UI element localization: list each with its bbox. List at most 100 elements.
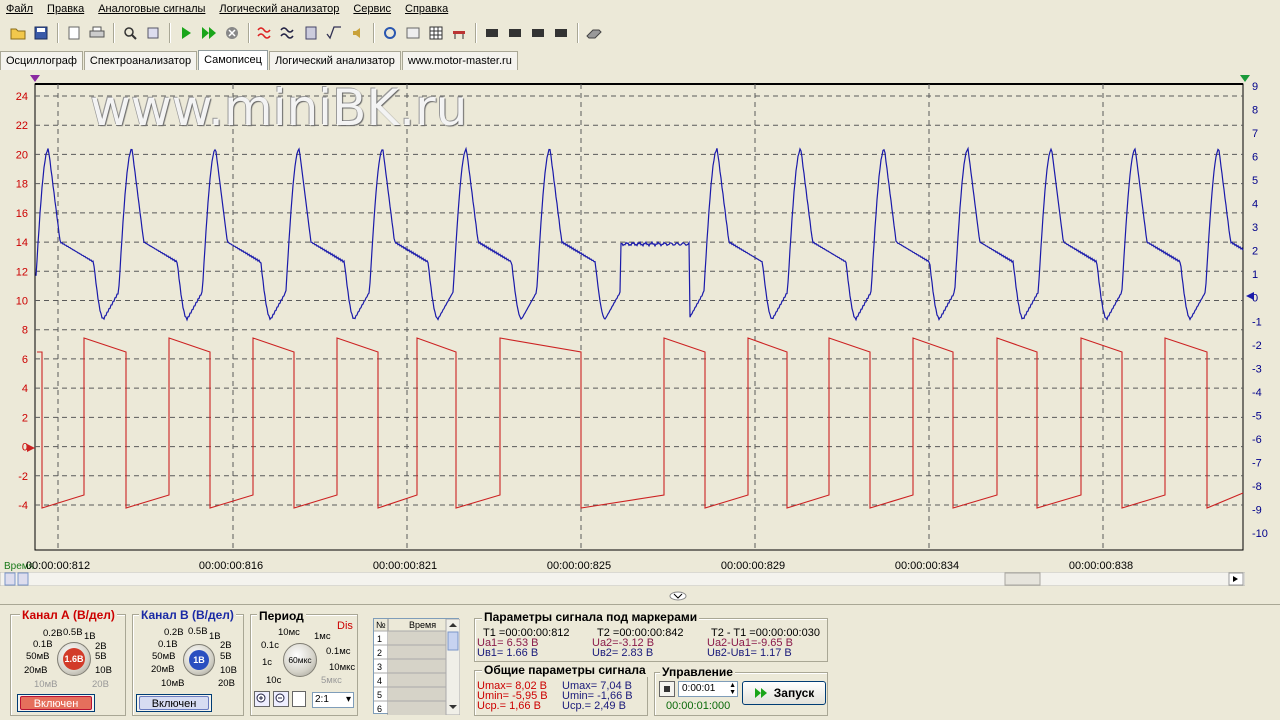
period-knob-value: 60мкс bbox=[288, 655, 312, 665]
zoom-icon[interactable] bbox=[120, 23, 140, 43]
right-axis-tick: -5 bbox=[1252, 410, 1262, 422]
chip-3-icon[interactable] bbox=[528, 23, 548, 43]
toolbar-separator bbox=[373, 23, 374, 43]
toolbar-separator bbox=[248, 23, 249, 43]
time-tick: 00:00:00:829 bbox=[721, 560, 785, 572]
zoom-fit-icon[interactable] bbox=[143, 23, 163, 43]
time-tick: 00:00:00:834 bbox=[895, 560, 959, 572]
menu-bar: Файл Правка Аналоговые сигналы Логический а… bbox=[0, 0, 1280, 17]
menu-item-1[interactable]: Правка bbox=[43, 3, 94, 15]
time-table[interactable]: № Время 1 2 3 4 5 6 bbox=[373, 618, 461, 716]
right-axis-tick: 6 bbox=[1252, 152, 1258, 164]
knob-a-labels-label: 10мВ bbox=[34, 679, 58, 690]
time-tick: 00:00:00:825 bbox=[547, 560, 611, 572]
list-icon[interactable] bbox=[403, 23, 423, 43]
knob-b-labels-label: 10В bbox=[220, 665, 237, 676]
a-avg: Ucp.= 1,66 В bbox=[477, 700, 541, 712]
chip-2-icon[interactable] bbox=[505, 23, 525, 43]
sqrt-icon[interactable] bbox=[324, 23, 344, 43]
menu-item-0[interactable]: Файл bbox=[2, 3, 43, 15]
play-continuous-icon[interactable] bbox=[199, 23, 219, 43]
menu-item-4[interactable]: Сервис bbox=[349, 3, 401, 15]
left-axis-tick: 16 bbox=[16, 208, 28, 220]
menu-item-3[interactable]: Логический анализатор bbox=[215, 3, 349, 15]
channel-b-title: Канал В (В/дел) bbox=[139, 608, 236, 622]
right-axis-tick: 4 bbox=[1252, 199, 1258, 211]
channel-a-enable-label: Включен bbox=[20, 696, 92, 710]
plot-canvas[interactable]: 242220181614121086420-2-49876543210-1-2-… bbox=[0, 70, 1280, 590]
left-axis-tick: 4 bbox=[22, 383, 28, 395]
right-axis-tick: -2 bbox=[1252, 340, 1262, 352]
table-icon[interactable] bbox=[426, 23, 446, 43]
ratio-value: 2:1 bbox=[315, 694, 329, 705]
toolbar-separator bbox=[113, 23, 114, 43]
left-axis-tick: -4 bbox=[18, 500, 28, 512]
horizontal-scrollbar[interactable] bbox=[0, 571, 1246, 587]
print-preview-icon[interactable] bbox=[64, 23, 84, 43]
knob-b-labels-label: 5В bbox=[220, 651, 232, 662]
knob-a-labels-label: 1В bbox=[84, 631, 96, 642]
right-axis-tick: -4 bbox=[1252, 387, 1262, 399]
watermark-text: www.miniBK.ru bbox=[90, 79, 468, 137]
table-scroll-thumb bbox=[447, 631, 459, 651]
right-axis-tick: -10 bbox=[1252, 528, 1268, 540]
play-icon[interactable] bbox=[176, 23, 196, 43]
square-icon bbox=[664, 686, 670, 692]
right-axis-tick: -7 bbox=[1252, 457, 1262, 469]
zoom-out-icon[interactable] bbox=[273, 691, 289, 707]
channel-a-enable-button[interactable]: Включен bbox=[17, 694, 95, 712]
connector-icon[interactable] bbox=[584, 23, 604, 43]
ratio-select[interactable]: 2:1 ▾ bbox=[312, 692, 354, 708]
save-icon[interactable] bbox=[31, 23, 51, 43]
recorder-plot[interactable]: 24 22 20 18 16 14 12 10 8 6 4 2 0 -2 -4 9 8 7 6 5 4 3 2 1 0 -1 -2-… bbox=[0, 70, 1280, 590]
b-avg: Ucp.= 2,49 В bbox=[562, 700, 626, 712]
marker-ub1: Uв1= 1.66 В bbox=[477, 647, 539, 659]
chip-4-icon[interactable] bbox=[551, 23, 571, 43]
right-axis-tick: -8 bbox=[1252, 481, 1262, 493]
menu-item-2[interactable]: Аналоговые сигналы bbox=[94, 3, 215, 15]
table-row-num: 1 bbox=[377, 634, 382, 644]
knob-a-labels-label: 0.5В bbox=[63, 627, 83, 638]
channel-b-knob-value: 1В bbox=[189, 650, 209, 670]
tab-4[interactable]: www.motor-master.ru bbox=[401, 51, 518, 70]
wave-red-icon[interactable] bbox=[255, 23, 275, 43]
knob-p-labels-label: 5мкс bbox=[321, 675, 342, 686]
tab-0[interactable]: Осциллограф bbox=[0, 51, 83, 70]
print-icon[interactable] bbox=[87, 23, 107, 43]
table-row-num: 5 bbox=[377, 690, 382, 700]
zoom-in-icon[interactable] bbox=[254, 691, 270, 707]
tab-1[interactable]: Спектроанализатор bbox=[83, 51, 198, 70]
run-button[interactable]: Запуск bbox=[742, 681, 826, 705]
stop-square-button[interactable] bbox=[659, 681, 675, 697]
stop-icon[interactable] bbox=[222, 23, 242, 43]
channel-b-enable-button[interactable]: Включен bbox=[136, 694, 212, 712]
tab-2[interactable]: Самописец bbox=[198, 50, 268, 70]
refresh-icon[interactable] bbox=[380, 23, 400, 43]
run-button-label: Запуск bbox=[773, 686, 815, 700]
right-axis-tick: 9 bbox=[1252, 81, 1258, 93]
duration-spinner[interactable]: 0:00:01 ▲ ▼ bbox=[678, 681, 738, 697]
knob-p-labels-label: 1мс bbox=[314, 631, 331, 642]
wave-blue-icon[interactable] bbox=[278, 23, 298, 43]
right-axis-tick: 1 bbox=[1252, 269, 1258, 281]
knob-b-labels-label: 2В bbox=[220, 640, 232, 651]
chip-1-icon[interactable] bbox=[482, 23, 502, 43]
bench-icon[interactable] bbox=[449, 23, 469, 43]
table-row-num: 3 bbox=[377, 662, 382, 672]
toolbar-separator bbox=[57, 23, 58, 43]
menu-item-5[interactable]: Справка bbox=[401, 3, 458, 15]
calculator-icon[interactable] bbox=[301, 23, 321, 43]
channel-a-zero-marker bbox=[27, 444, 35, 452]
table-row-num: 2 bbox=[377, 648, 382, 658]
open-icon[interactable] bbox=[8, 23, 28, 43]
period-dis-label: Dis bbox=[337, 620, 353, 632]
spinner-arrows-icon[interactable]: ▲ ▼ bbox=[729, 682, 736, 696]
sound-icon[interactable] bbox=[347, 23, 367, 43]
marker-ub2: Uв2= 2.83 В bbox=[592, 647, 654, 659]
knob-b-labels-label: 20мВ bbox=[151, 664, 175, 675]
collapse-arrow-icon[interactable] bbox=[669, 591, 687, 601]
knob-a-labels-label: 0.2В bbox=[43, 628, 63, 639]
page-icon[interactable] bbox=[292, 691, 306, 707]
knob-a-labels-label: 20В bbox=[92, 679, 109, 690]
tab-3[interactable]: Логический анализатор bbox=[268, 51, 401, 70]
